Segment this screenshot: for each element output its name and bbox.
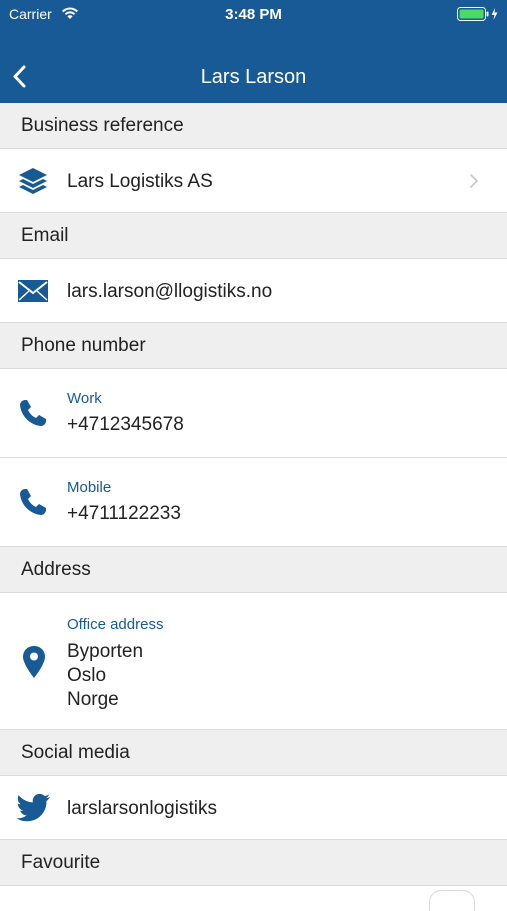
- layers-icon: [17, 166, 49, 203]
- section-header-phone: Phone number: [0, 323, 507, 369]
- phone-row-mobile[interactable]: Mobile +4711122233: [0, 458, 507, 547]
- section-header-email: Email: [0, 213, 507, 259]
- favourite-row[interactable]: [0, 886, 507, 911]
- phone-icon: [17, 397, 49, 434]
- section-header-social: Social media: [0, 730, 507, 776]
- phone-icon: [17, 486, 49, 523]
- page-title: Lars Larson: [200, 66, 307, 88]
- app-header: Carrier 3:48 PM Lars Larson: [0, 0, 507, 103]
- status-bar: Carrier 3:48 PM: [0, 0, 507, 30]
- address-label: Office address: [67, 616, 164, 633]
- contact-details: Business reference Lars Logistiks AS Ema…: [0, 103, 507, 911]
- section-header-address: Address: [0, 547, 507, 593]
- phone-number-work: +4712345678: [67, 414, 184, 435]
- business-reference-name: Lars Logistiks AS: [67, 171, 213, 192]
- address-lines: Byporten Oslo Norge: [67, 640, 143, 712]
- section-header-business: Business reference: [0, 103, 507, 149]
- social-media-handle: larslarsonlogistiks: [67, 798, 217, 819]
- email-row[interactable]: lars.larson@llogistiks.no: [0, 259, 507, 323]
- phone-label-mobile: Mobile: [67, 479, 112, 496]
- twitter-icon: [16, 793, 51, 828]
- address-line: Norge: [67, 689, 119, 710]
- battery-icon: [457, 6, 501, 27]
- status-time: 3:48 PM: [225, 6, 282, 23]
- address-row[interactable]: Office address Byporten Oslo Norge: [0, 593, 507, 730]
- navigation-bar: Lars Larson: [0, 56, 507, 98]
- email-address: lars.larson@llogistiks.no: [67, 281, 273, 302]
- phone-number-mobile: +4711122233: [67, 503, 181, 524]
- phone-row-work[interactable]: Work +4712345678: [0, 369, 507, 458]
- chevron-right-icon: [469, 173, 479, 194]
- envelope-icon: [17, 279, 49, 308]
- social-media-row[interactable]: larslarsonlogistiks: [0, 776, 507, 840]
- favourite-toggle[interactable]: [429, 890, 475, 911]
- section-header-favourite: Favourite: [0, 840, 507, 886]
- phone-label-work: Work: [67, 390, 102, 407]
- business-reference-row[interactable]: Lars Logistiks AS: [0, 149, 507, 213]
- address-line: Byporten: [67, 641, 144, 662]
- map-pin-icon: [22, 645, 46, 684]
- address-line: Oslo: [67, 665, 107, 686]
